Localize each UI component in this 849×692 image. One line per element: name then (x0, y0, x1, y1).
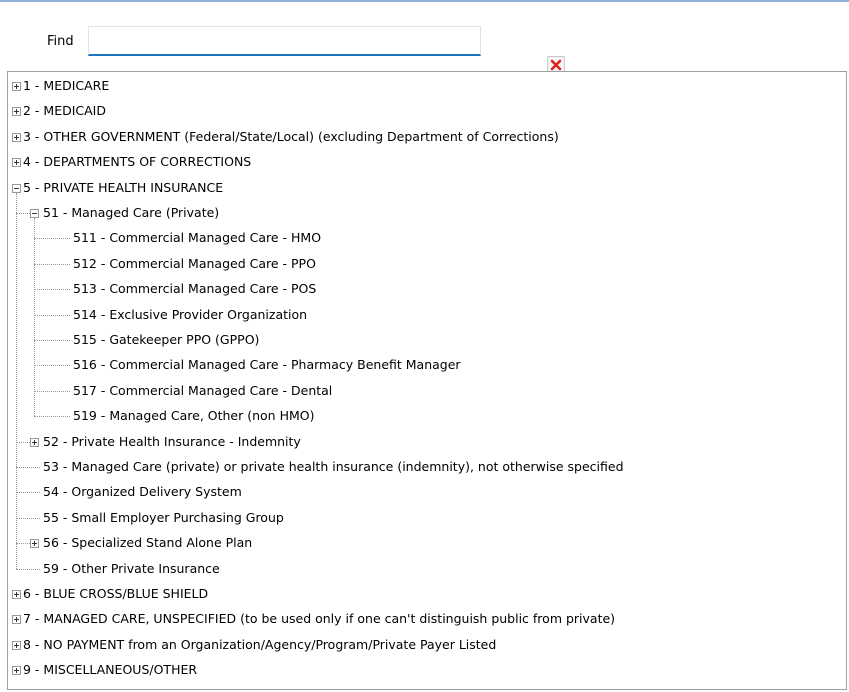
tree-node-label: 4 - DEPARTMENTS OF CORRECTIONS (23, 154, 252, 170)
tree-node-label: 53 - Managed Care (private) or private h… (43, 459, 624, 474)
tree-node-3[interactable]: 3 - OTHER GOVERNMENT (Federal/State/Loca… (8, 126, 838, 148)
expand-icon[interactable] (12, 107, 21, 117)
find-label: Find (47, 34, 74, 49)
tree-node-label: 5 - PRIVATE HEALTH INSURANCE (23, 179, 224, 195)
payer-tree[interactable]: 1 - MEDICARE 2 - MEDICAID 3 - OTHER GOVERN… (7, 71, 847, 690)
tree-node-label: 56 - Specialized Stand Alone Plan (43, 535, 253, 551)
tree-node-2[interactable]: 2 - MEDICAID (8, 100, 838, 122)
tree-node-514[interactable]: 514 - Exclusive Provider Organization (8, 304, 838, 326)
collapse-icon[interactable] (30, 209, 39, 218)
expand-icon[interactable] (30, 437, 39, 447)
tree-node-label: 514 - Exclusive Provider Organization (73, 306, 308, 322)
tree-node-513[interactable]: 513 - Commercial Managed Care - POS (8, 278, 838, 300)
tree-node-label: 59 - Other Private Insurance (43, 560, 220, 576)
tree-node-label: 54 - Organized Delivery System (43, 484, 242, 500)
expand-icon[interactable] (12, 158, 21, 168)
tree-node-8[interactable]: 8 - NO PAYMENT from an Organization/Agen… (8, 634, 838, 656)
expand-icon[interactable] (12, 82, 21, 91)
tree-node-label: 52 - Private Health Insurance - Indemnit… (43, 433, 301, 449)
tree-node-label: 515 - Gatekeeper PPO (GPPO) (73, 332, 260, 347)
tree-node-label: 513 - Commercial Managed Care - POS (73, 281, 317, 297)
tree-node-label: 517 - Commercial Managed Care - Dental (73, 382, 333, 398)
tree-node-label: 51 - Managed Care (Private) (43, 205, 220, 220)
tree-node-label: 2 - MEDICAID (23, 103, 106, 119)
tree-node-511[interactable]: 511 - Commercial Managed Care - HMO (8, 227, 838, 249)
expand-icon[interactable] (12, 640, 21, 650)
tree-node-54[interactable]: 54 - Organized Delivery System (8, 481, 838, 503)
tree-node-label: 511 - Commercial Managed Care - HMO (73, 230, 322, 246)
tree-node-53[interactable]: 53 - Managed Care (private) or private h… (8, 456, 838, 478)
collapse-icon[interactable] (12, 183, 21, 193)
expand-icon[interactable] (12, 590, 21, 599)
tree-node-56[interactable]: 56 - Specialized Stand Alone Plan (8, 532, 838, 554)
expand-icon[interactable] (12, 666, 21, 676)
tree-node-label: 1 - MEDICARE (23, 78, 110, 93)
tree-node-55[interactable]: 55 - Small Employer Purchasing Group (8, 507, 838, 529)
tree-node-1[interactable]: 1 - MEDICARE (8, 75, 838, 97)
expand-icon[interactable] (12, 615, 21, 625)
tree-node-52[interactable]: 52 - Private Health Insurance - Indemnit… (8, 431, 838, 453)
tree-node-5[interactable]: 5 - PRIVATE HEALTH INSURANCE (8, 177, 838, 199)
expand-icon[interactable] (30, 539, 39, 549)
clear-x-icon (550, 59, 562, 71)
tree-node-label: 8 - NO PAYMENT from an Organization/Agen… (23, 636, 497, 652)
tree-node-label: 6 - BLUE CROSS/BLUE SHIELD (23, 586, 209, 601)
tree-node-59[interactable]: 59 - Other Private Insurance (8, 558, 838, 580)
tree-node-4[interactable]: 4 - DEPARTMENTS OF CORRECTIONS (8, 151, 838, 173)
tree-node-label: 512 - Commercial Managed Care - PPO (73, 255, 316, 271)
expand-icon[interactable] (12, 132, 21, 142)
tree-node-519[interactable]: 519 - Managed Care, Other (non HMO) (8, 405, 838, 427)
tree-node-516[interactable]: 516 - Commercial Managed Care - Pharmacy… (8, 354, 838, 376)
tree-node-9[interactable]: 9 - MISCELLANEOUS/OTHER (8, 659, 838, 681)
tree-node-517[interactable]: 517 - Commercial Managed Care - Dental (8, 380, 838, 402)
tree-node-label: 55 - Small Employer Purchasing Group (43, 509, 284, 525)
tree-node-label: 9 - MISCELLANEOUS/OTHER (23, 662, 198, 678)
tree-node-6[interactable]: 6 - BLUE CROSS/BLUE SHIELD (8, 583, 838, 605)
find-input[interactable] (95, 31, 435, 51)
tree-node-515[interactable]: 515 - Gatekeeper PPO (GPPO) (8, 329, 838, 351)
tree-node-label: 3 - OTHER GOVERNMENT (Federal/State/Loca… (23, 128, 559, 144)
tree-node-label: 7 - MANAGED CARE, UNSPECIFIED (to be use… (23, 611, 616, 627)
tree-node-7[interactable]: 7 - MANAGED CARE, UNSPECIFIED (to be use… (8, 608, 838, 630)
find-input-box[interactable] (88, 26, 565, 74)
find-bar: Find (0, 2, 849, 74)
tree-node-512[interactable]: 512 - Commercial Managed Care - PPO (8, 253, 838, 275)
tree-node-label: 519 - Managed Care, Other (non HMO) (73, 408, 315, 424)
tree-node-label: 516 - Commercial Managed Care - Pharmacy… (73, 357, 461, 373)
tree-node-51[interactable]: 51 - Managed Care (Private) (8, 202, 838, 224)
